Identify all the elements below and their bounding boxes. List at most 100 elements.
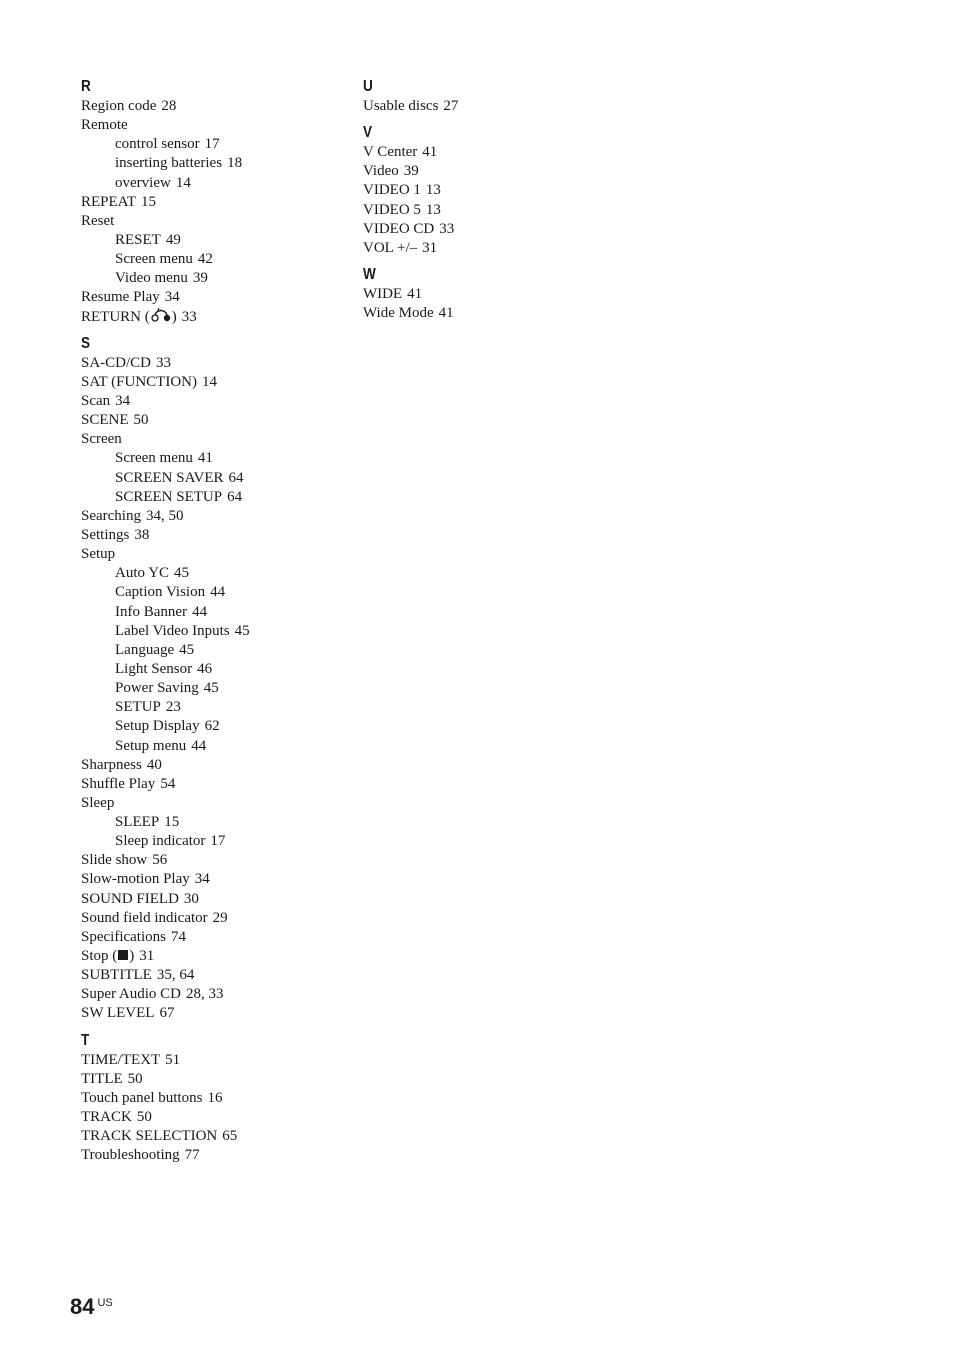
- entry-page-ref[interactable]: 44: [210, 584, 225, 600]
- entry-page-ref[interactable]: 33: [182, 309, 197, 325]
- entry-page-ref[interactable]: 33: [439, 221, 454, 237]
- entry-page-ref[interactable]: 28: [161, 98, 176, 114]
- entry-term: TIME/TEXT: [81, 1051, 161, 1068]
- entry-term: Power Saving: [115, 680, 199, 697]
- entry-term: SCREEN SETUP: [115, 488, 223, 505]
- index-entry: Super Audio CD 28, 33: [81, 985, 341, 1004]
- entry-page-ref[interactable]: 41: [407, 286, 422, 302]
- index-entry: Scan 34: [81, 392, 341, 411]
- entry-page-ref[interactable]: 40: [147, 757, 162, 773]
- entry-page-ref[interactable]: 50: [137, 1109, 152, 1125]
- entry-page-ref[interactable]: 44: [192, 604, 207, 620]
- entry-term: V Center: [363, 144, 418, 161]
- index-entry: Reset: [81, 212, 341, 231]
- entry-page-ref[interactable]: 44: [191, 738, 206, 754]
- index-entry: Touch panel buttons 16: [81, 1089, 341, 1108]
- entry-page-ref[interactable]: 31: [139, 948, 154, 964]
- index-entry: Stop () 31: [81, 947, 341, 966]
- entry-page-ref[interactable]: 18: [227, 155, 242, 171]
- index-subentry: Language 45: [81, 641, 341, 660]
- entry-page-ref[interactable]: 14: [176, 175, 191, 191]
- entry-page-ref[interactable]: 34, 50: [146, 508, 184, 524]
- index-subentry: Auto YC 45: [81, 564, 341, 583]
- entry-page-ref[interactable]: 41: [198, 450, 213, 466]
- entry-term: Sharpness: [81, 756, 142, 773]
- entry-page-ref[interactable]: 67: [159, 1005, 174, 1021]
- entry-page-ref[interactable]: 77: [185, 1147, 200, 1163]
- entry-term: REPEAT: [81, 193, 137, 210]
- entry-page-ref[interactable]: 33: [156, 355, 171, 371]
- entry-page-ref[interactable]: 34: [195, 871, 210, 887]
- index-subentry: SETUP 23: [81, 698, 341, 717]
- index-entry: Sharpness 40: [81, 756, 341, 775]
- entry-page-ref[interactable]: 50: [134, 412, 149, 428]
- entry-term: Language: [115, 641, 175, 658]
- entry-page-ref[interactable]: 13: [426, 202, 441, 218]
- entry-page-ref[interactable]: 65: [222, 1128, 237, 1144]
- entry-page-ref[interactable]: 23: [166, 699, 181, 715]
- entry-page-ref[interactable]: 27: [443, 98, 458, 114]
- entry-page-ref[interactable]: 17: [210, 833, 225, 849]
- entry-page-ref[interactable]: 29: [213, 910, 228, 926]
- entry-term: Stop (: [81, 948, 118, 965]
- entry-page-ref[interactable]: 34: [165, 289, 180, 305]
- entry-page-ref[interactable]: 14: [202, 374, 217, 390]
- entry-page-ref[interactable]: 49: [166, 232, 181, 248]
- entry-term: Sleep: [81, 794, 115, 811]
- entry-term: Auto YC: [115, 565, 170, 582]
- entry-page-ref[interactable]: 13: [426, 182, 441, 198]
- index-entry: Setup: [81, 545, 341, 564]
- entry-page-ref[interactable]: 15: [141, 194, 156, 210]
- entry-page-ref[interactable]: 39: [404, 163, 419, 179]
- entry-page-ref[interactable]: 38: [134, 527, 149, 543]
- entry-page-ref[interactable]: 56: [152, 852, 167, 868]
- entry-page-ref[interactable]: 54: [160, 776, 175, 792]
- entry-page-ref[interactable]: 51: [165, 1052, 180, 1068]
- entry-page-ref[interactable]: 30: [184, 891, 199, 907]
- index-entry: VIDEO 5 13: [363, 201, 623, 220]
- entry-term: SA-CD/CD: [81, 354, 152, 371]
- index-subentry: RESET 49: [81, 231, 341, 250]
- index-subentry: SCREEN SETUP 64: [81, 488, 341, 507]
- entry-page-ref[interactable]: 41: [439, 305, 454, 321]
- entry-page-ref[interactable]: 45: [179, 642, 194, 658]
- entry-page-ref[interactable]: 45: [235, 623, 250, 639]
- entry-page-ref[interactable]: 45: [174, 565, 189, 581]
- index-subentry: Power Saving 45: [81, 679, 341, 698]
- entry-page-ref[interactable]: 16: [207, 1090, 222, 1106]
- entry-page-ref[interactable]: 39: [193, 270, 208, 286]
- entry-page-ref[interactable]: 45: [204, 680, 219, 696]
- entry-page-ref[interactable]: 41: [422, 144, 437, 160]
- stop-square-icon: [117, 948, 129, 967]
- entry-page-ref[interactable]: 64: [227, 489, 242, 505]
- entry-term: WIDE: [363, 285, 403, 302]
- entry-page-ref[interactable]: 62: [205, 718, 220, 734]
- index-section-s: S SA-CD/CD 33 SAT (FUNCTION) 14 Scan 34 SCENE 50…: [81, 333, 341, 1024]
- index-subentry: Screen menu 42: [81, 250, 341, 269]
- entry-term: SOUND FIELD: [81, 890, 179, 907]
- entry-page-ref[interactable]: 28, 33: [186, 986, 224, 1002]
- entry-page-ref[interactable]: 46: [197, 661, 212, 677]
- entry-page-ref[interactable]: 74: [171, 929, 186, 945]
- section-letter: V: [363, 124, 373, 142]
- entry-page-ref[interactable]: 17: [205, 136, 220, 152]
- entry-term: RETURN (: [81, 308, 150, 325]
- section-letter: U: [363, 78, 373, 95]
- return-arrow-icon: [150, 307, 172, 328]
- index-entry: TRACK 50: [81, 1108, 341, 1127]
- index-subentry: Sleep indicator 17: [81, 832, 341, 851]
- entry-page-ref[interactable]: 34: [115, 393, 130, 409]
- index-entry: Slide show 56: [81, 851, 341, 870]
- index-subentry: Label Video Inputs 45: [81, 622, 341, 641]
- index-subentry: Setup menu 44: [81, 737, 341, 756]
- index-entry: SA-CD/CD 33: [81, 354, 341, 373]
- entry-page-ref[interactable]: 64: [229, 470, 244, 486]
- entry-page-ref[interactable]: 15: [164, 814, 179, 830]
- entry-term: SETUP: [115, 699, 161, 716]
- entry-page-ref[interactable]: 50: [128, 1071, 143, 1087]
- entry-page-ref[interactable]: 42: [198, 251, 213, 267]
- entry-term: Wide Mode: [363, 305, 434, 322]
- entry-page-ref[interactable]: 31: [422, 240, 437, 256]
- entry-page-ref[interactable]: 35, 64: [157, 967, 195, 983]
- index-subentry: inserting batteries 18: [81, 154, 341, 173]
